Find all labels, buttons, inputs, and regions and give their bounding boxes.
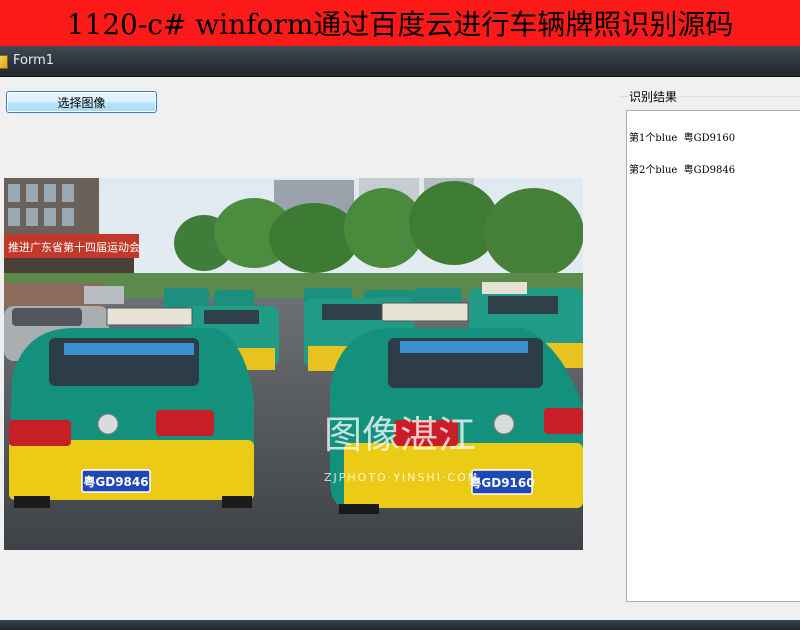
banner-title: 1120-c# winform通过百度云进行车辆牌照识别源码 xyxy=(66,8,734,41)
results-textbox[interactable]: 第1个blue 粤GD9160 第2个blue 粤GD9846 xyxy=(626,110,800,602)
building-banner-text: 推进广东省第十四届运动会 xyxy=(8,240,140,254)
taxi-photo: 推进广东省第十四届运动会 粤GD9846 粤GD9160 图像湛江 ZJPHOT… xyxy=(4,178,583,550)
watermark-cn: 图像湛江 xyxy=(324,413,476,457)
app-icon xyxy=(0,55,8,69)
plate-left-text: 粤GD9846 xyxy=(83,474,148,489)
window-title: Form1 xyxy=(13,53,55,68)
result-line: 第1个blue 粤GD9160 xyxy=(629,133,736,144)
title-banner: 1120-c# winform通过百度云进行车辆牌照识别源码 xyxy=(0,0,800,46)
watermark-en: ZJPHOTO·YINSHI·COM xyxy=(324,471,479,484)
select-image-button[interactable]: 选择图像 xyxy=(6,91,157,113)
window-titlebar[interactable]: Form1 xyxy=(0,46,800,77)
result-line: 第2个blue 粤GD9846 xyxy=(629,165,736,176)
taskbar-edge xyxy=(0,620,800,630)
results-group-label: 识别结果 xyxy=(628,88,679,105)
